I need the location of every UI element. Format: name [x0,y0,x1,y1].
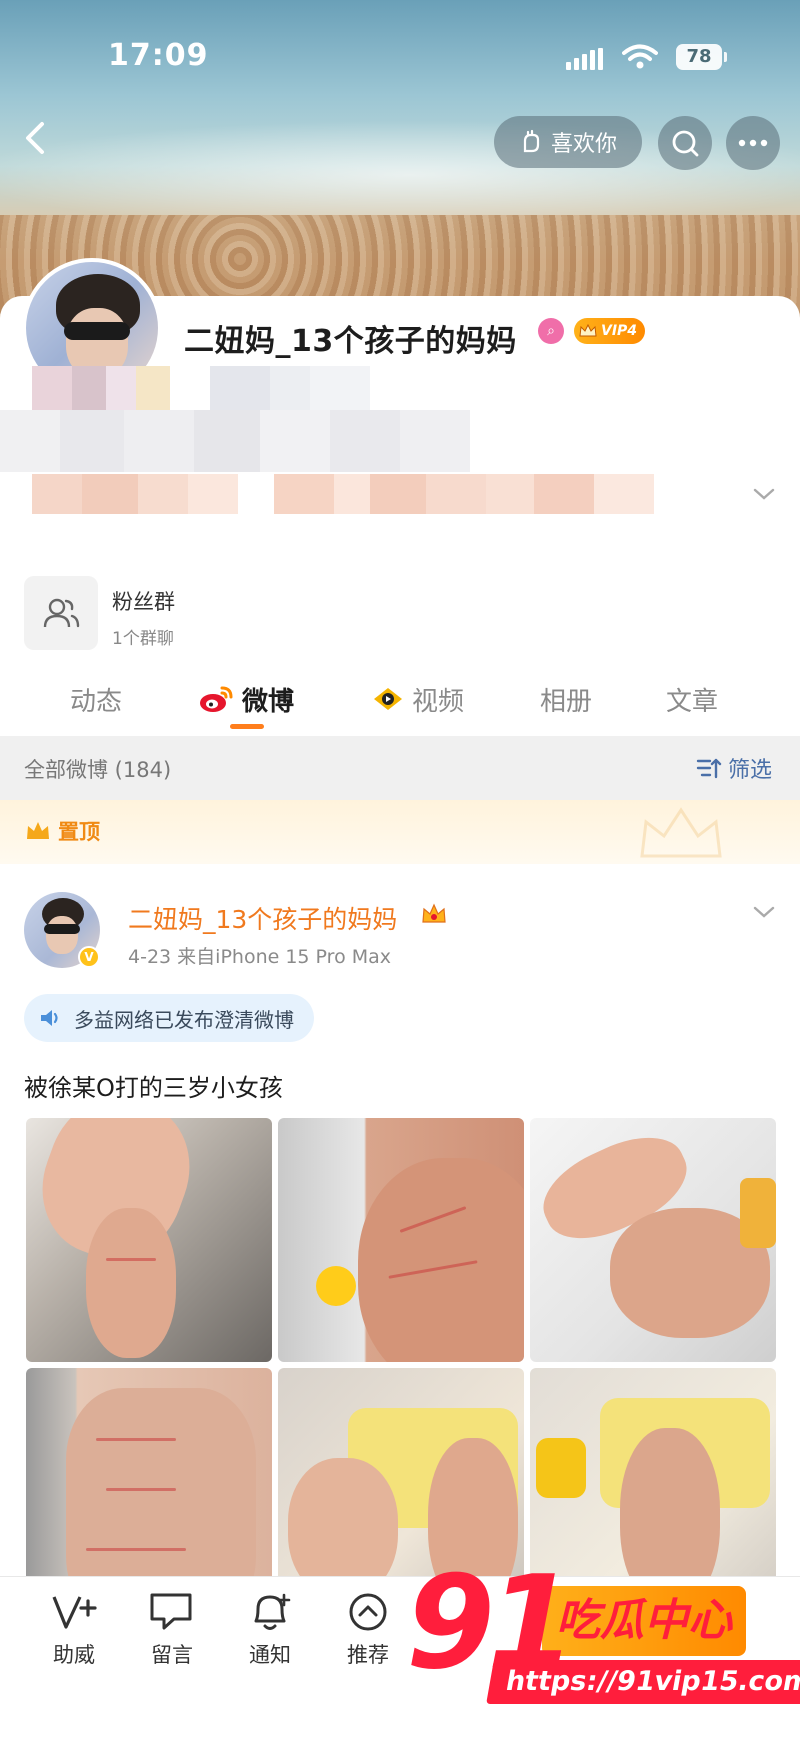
pinned-header: 置顶 [0,800,800,864]
cheer-icon [52,1596,97,1629]
more-icon [738,139,768,147]
recommend-icon [349,1593,387,1631]
post-author-name[interactable]: 二妞妈_13个孩子的妈妈 [128,900,397,936]
post-meta: 4-23 来自iPhone 15 Pro Max [128,946,392,968]
group-icon [43,598,80,628]
message-icon [150,1593,192,1630]
filter-button[interactable]: 筛选 [696,752,772,784]
bottom-label: 助威 [53,1643,95,1667]
active-tab-indicator [230,724,264,729]
tab-album[interactable]: 相册 [540,666,592,732]
tab-dynamics[interactable]: 动态 [70,666,122,732]
tab-label: 视频 [412,686,465,717]
bottom-label: 推荐 [347,1643,389,1667]
watermark-title: 吃瓜中心 [542,1586,746,1656]
weibo-logo-icon [200,686,233,712]
tab-label: 文章 [666,686,719,717]
bottom-label: 通知 [249,1643,291,1667]
expand-bio-icon[interactable] [752,486,776,502]
battery-icon: 78 [676,44,727,70]
video-play-icon [374,688,402,710]
post-text: 被徐某O打的三岁小女孩 [24,1074,283,1102]
pixelated-bio-line-2 [0,410,470,472]
site-watermark: 吃瓜中心 91 https://91vip15.com [400,1560,800,1738]
filter-bar: 全部微博 (184) 筛选 [0,736,800,800]
profile-tabs: 动态 微博 视频 相册 文章 [0,666,800,732]
profile-name: 二妞妈_13个孩子的妈妈 [184,324,517,359]
post-photo[interactable] [26,1118,272,1362]
post-photo-grid [26,1118,776,1612]
message-button[interactable]: 留言 [136,1591,208,1669]
recommend-button[interactable]: 推荐 [332,1591,404,1669]
like-you-label: 喜欢你 [550,132,617,157]
notify-button[interactable]: 通知 [234,1591,306,1669]
pixelated-bio-line-1 [32,366,370,410]
post-photo[interactable] [530,1118,776,1362]
tab-label: 相册 [540,686,593,717]
notice-text: 多益网络已发布澄清微博 [74,1007,294,1032]
crown-decoration-icon [640,807,722,858]
pixelated-bio-line-3 [32,474,654,514]
status-time: 17:09 [108,38,209,73]
pinned-label: 置顶 [24,816,100,846]
bottom-label: 留言 [151,1643,193,1667]
bell-icon [254,1593,291,1630]
vip-badge[interactable]: VIP4 [574,318,646,344]
vip-crown-icon [422,903,446,923]
post-menu-icon[interactable] [752,904,776,920]
speaker-icon [41,1010,58,1026]
tab-articles[interactable]: 文章 [666,666,718,732]
fan-group-title[interactable]: 粉丝群 [112,586,175,616]
tab-label: 微博 [242,686,295,717]
filter-label: 筛选 [728,758,773,783]
vip-label: VIP4 [601,323,638,339]
signal-icon [566,48,603,70]
post-photo[interactable] [278,1118,524,1362]
crown-icon [27,822,49,839]
hand-heart-icon [523,129,540,153]
status-bar: 17:09 78 [0,0,800,110]
tab-weibo[interactable]: 微博 [198,666,294,732]
clarification-notice[interactable]: 多益网络已发布澄清微博 [24,994,314,1042]
post-count-label: 全部微博 (184) [24,758,172,782]
pinned-text: 置顶 [58,820,100,844]
wifi-icon [622,44,658,69]
like-you-button[interactable]: 喜欢你 [494,116,642,168]
more-button[interactable] [726,116,780,170]
verified-icon: V [78,946,100,968]
watermark-url: https://91vip15.com [486,1660,800,1704]
crown-icon [579,323,597,337]
filter-icon [696,758,722,779]
search-icon [672,130,699,157]
cheer-button[interactable]: 助威 [38,1591,110,1669]
fan-group-subtitle: 1个群聊 [112,629,174,649]
back-icon[interactable] [16,118,56,158]
fan-group-icon-box[interactable] [24,576,98,650]
tab-label: 动态 [70,686,123,717]
tab-video[interactable]: 视频 [372,666,464,732]
search-badge-icon[interactable]: ⌕ [538,318,564,344]
search-button[interactable] [658,116,712,170]
